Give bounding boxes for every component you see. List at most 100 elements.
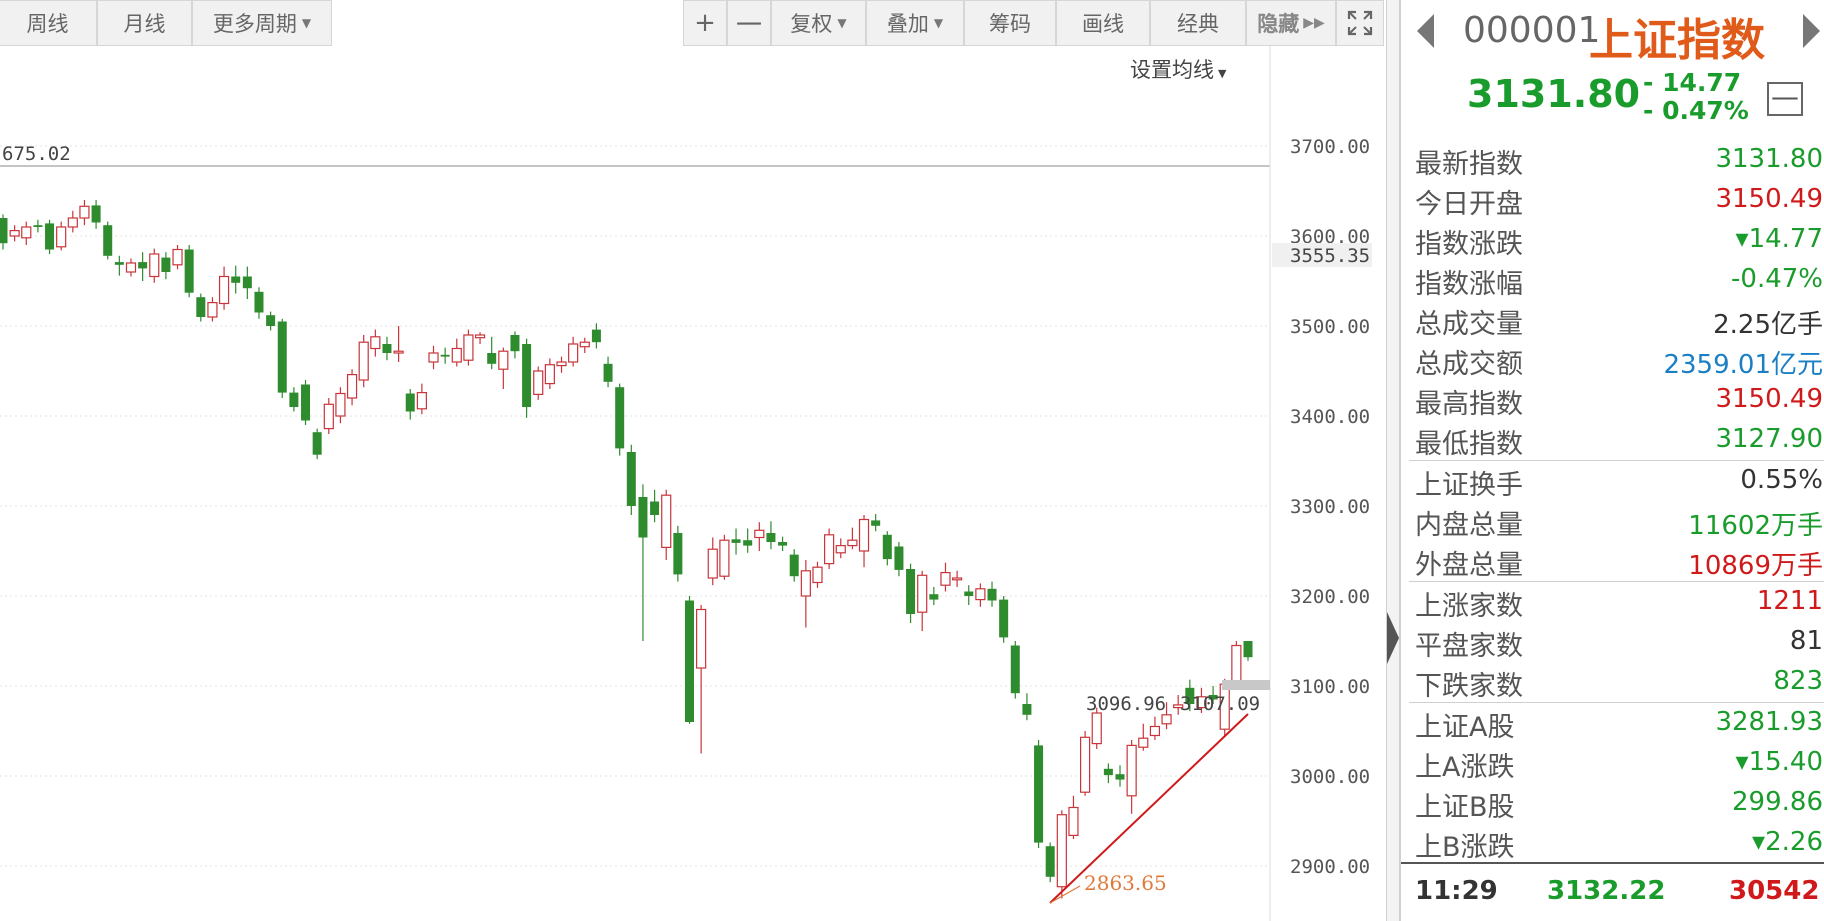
- candle: [33, 219, 43, 233]
- period-weekly-button[interactable]: 周线: [0, 0, 97, 46]
- candle: [591, 323, 601, 349]
- draw-line-button[interactable]: 画线: [1056, 0, 1150, 46]
- chouma-button[interactable]: 筹码: [964, 0, 1056, 46]
- quote-label: 总成交额: [1415, 349, 1523, 380]
- quote-table: 最新指数 3131.80 今日开盘 3150.49 指数涨跌 ▾14.77 指数涨幅 -0.4…: [1409, 140, 1824, 863]
- zoom-in-button[interactable]: +: [683, 0, 727, 46]
- candle: [242, 266, 252, 299]
- quote-row: 平盘家数 81: [1409, 622, 1824, 662]
- candle: [778, 536, 788, 551]
- candle: [207, 297, 218, 322]
- candle-body: [940, 571, 951, 586]
- quote-label: 总成交量: [1415, 309, 1523, 340]
- tick-row: 11:29 3132.22 30542: [1401, 862, 1824, 921]
- fullscreen-button[interactable]: [1336, 0, 1384, 46]
- candle: [789, 549, 799, 582]
- candle-body: [138, 262, 148, 269]
- quote-label: 上证换手: [1415, 470, 1523, 501]
- candle: [149, 248, 160, 283]
- candle-body: [917, 574, 928, 613]
- candle-body: [33, 225, 43, 227]
- quote-row: 上B涨跌 ▾2.26: [1409, 823, 1824, 863]
- candle-body: [254, 291, 264, 313]
- overlay-dropdown[interactable]: 叠加 ▼: [866, 0, 964, 46]
- quote-value: 11602万手: [1688, 511, 1823, 541]
- candle: [684, 596, 694, 724]
- quote-row: 总成交量 2.25亿手: [1409, 300, 1824, 340]
- kline-svg[interactable]: 675.02 3700.003600.003500.003400.003300.…: [0, 46, 1386, 921]
- hide-button[interactable]: 隐藏 ▶▶: [1246, 0, 1336, 46]
- candle: [917, 570, 928, 632]
- candle-body: [684, 600, 694, 722]
- candle-body: [568, 343, 579, 363]
- candle-body: [79, 205, 90, 219]
- candle-body: [440, 354, 450, 357]
- quote-value: 2.25亿手: [1713, 310, 1823, 340]
- classic-button[interactable]: 经典: [1150, 0, 1246, 46]
- change-percent: - 0.47%: [1643, 96, 1749, 125]
- candles: [0, 200, 1253, 899]
- candle: [45, 219, 55, 254]
- quote-value: 81: [1789, 626, 1823, 656]
- candle: [1243, 641, 1253, 661]
- candle: [940, 562, 951, 592]
- candle-body: [847, 539, 858, 547]
- hide-label: 隐藏: [1257, 12, 1300, 36]
- candle: [9, 225, 20, 242]
- quote-row: 最高指数 3150.49: [1409, 380, 1824, 420]
- candle-body: [45, 223, 55, 250]
- candle-body: [172, 248, 183, 266]
- fuquan-dropdown[interactable]: 复权 ▼: [771, 0, 866, 46]
- zoom-out-icon: 一: [735, 10, 762, 41]
- candle: [498, 347, 509, 389]
- change-absolute: - 14.77: [1643, 68, 1742, 97]
- candle-body: [858, 518, 870, 552]
- quote-value: ▾2.26: [1752, 827, 1823, 857]
- collapse-panel-icon[interactable]: [1387, 612, 1399, 664]
- candle: [382, 336, 392, 361]
- candle: [266, 311, 276, 331]
- quote-label: 今日开盘: [1415, 189, 1523, 220]
- candle: [125, 258, 137, 277]
- quote-value: 1211: [1756, 586, 1823, 616]
- next-stock-icon[interactable]: [1803, 14, 1820, 48]
- candle: [91, 200, 101, 229]
- candle: [1080, 731, 1091, 796]
- candle: [766, 521, 776, 550]
- candle-body: [743, 540, 753, 546]
- candle-body: [67, 217, 78, 228]
- quote-value: 2359.01亿元: [1663, 350, 1823, 380]
- zoom-out-button[interactable]: 一: [727, 0, 771, 46]
- quote-row: 今日开盘 3150.49: [1409, 180, 1824, 220]
- candle-body: [556, 361, 567, 367]
- quote-value: 3150.49: [1715, 384, 1823, 414]
- candle: [218, 266, 230, 310]
- period-monthly-button[interactable]: 月线: [97, 0, 192, 46]
- candle-body: [242, 276, 252, 289]
- candle-body: [474, 334, 486, 339]
- candle-body: [964, 591, 974, 596]
- prev-stock-icon[interactable]: [1417, 14, 1434, 48]
- kline-chart-panel[interactable]: 周线 月线 更多周期 ▼ + 一 复权 ▼ 叠加 ▼ 筹码 画线 经典 隐藏 ▶▶ 设置…: [0, 0, 1386, 921]
- classic-label: 经典: [1177, 12, 1219, 36]
- collapse-quote-button[interactable]: —: [1767, 82, 1803, 116]
- candle: [1126, 740, 1137, 814]
- candle-body: [952, 577, 963, 581]
- candle: [847, 527, 858, 550]
- candle-body: [533, 370, 544, 395]
- more-periods-dropdown[interactable]: 更多周期 ▼: [192, 0, 332, 46]
- candle: [650, 489, 660, 523]
- quote-value: 823: [1773, 666, 1823, 696]
- quote-label: 最高指数: [1415, 389, 1523, 420]
- candle: [161, 252, 171, 280]
- candle-body: [184, 249, 194, 293]
- y-tick-label: 2900.00: [1290, 856, 1370, 878]
- chart-toolbar: 周线 月线 更多周期 ▼ + 一 复权 ▼ 叠加 ▼ 筹码 画线 经典 隐藏 ▶▶: [0, 0, 1386, 46]
- candle: [812, 561, 823, 588]
- candle: [1115, 765, 1125, 787]
- candle: [673, 525, 683, 582]
- overlay-label: 叠加: [886, 12, 929, 36]
- candle: [579, 337, 590, 353]
- candle: [1231, 641, 1242, 686]
- candle-body: [335, 392, 346, 417]
